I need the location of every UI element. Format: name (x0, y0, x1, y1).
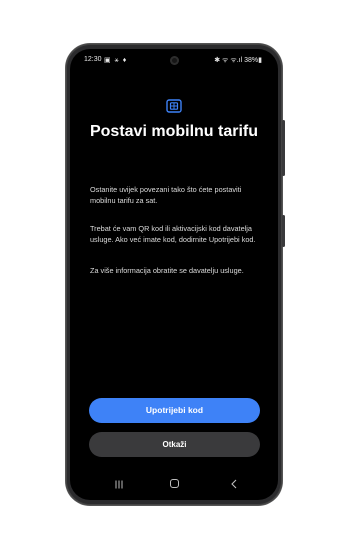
info-text-1: Ostanite uvijek povezani tako što ćete p… (90, 185, 242, 205)
navigation-bar (70, 477, 278, 493)
use-code-button[interactable]: Upotrijebi kod (89, 398, 260, 423)
home-icon[interactable] (170, 479, 179, 488)
page-title: Postavi mobilnu tarifu (89, 123, 258, 140)
power-button (282, 215, 285, 247)
volume-button (282, 120, 285, 176)
info-text-2: Trebat će vam QR kod ili aktivacijski ko… (90, 224, 256, 244)
cancel-button[interactable]: Otkaži (89, 432, 260, 457)
phone-screen: 12:30 ▣ ⚹ ♦ ✱ ᯤ ᯤ.ıl 38%▮ Postavi mobiln… (70, 49, 278, 500)
info-text-3: Za više informacija obratite se davatelj… (90, 266, 244, 275)
back-icon[interactable] (230, 479, 238, 489)
system-status-icons: ✱ ᯤ ᯤ.ıl 38%▮ (214, 57, 262, 64)
front-camera (170, 56, 179, 65)
recent-apps-icon[interactable] (114, 480, 124, 489)
status-time: 12:30 (84, 56, 102, 63)
sim-card-icon (166, 99, 182, 113)
notification-icons: ▣ ⚹ ♦ (104, 57, 128, 64)
